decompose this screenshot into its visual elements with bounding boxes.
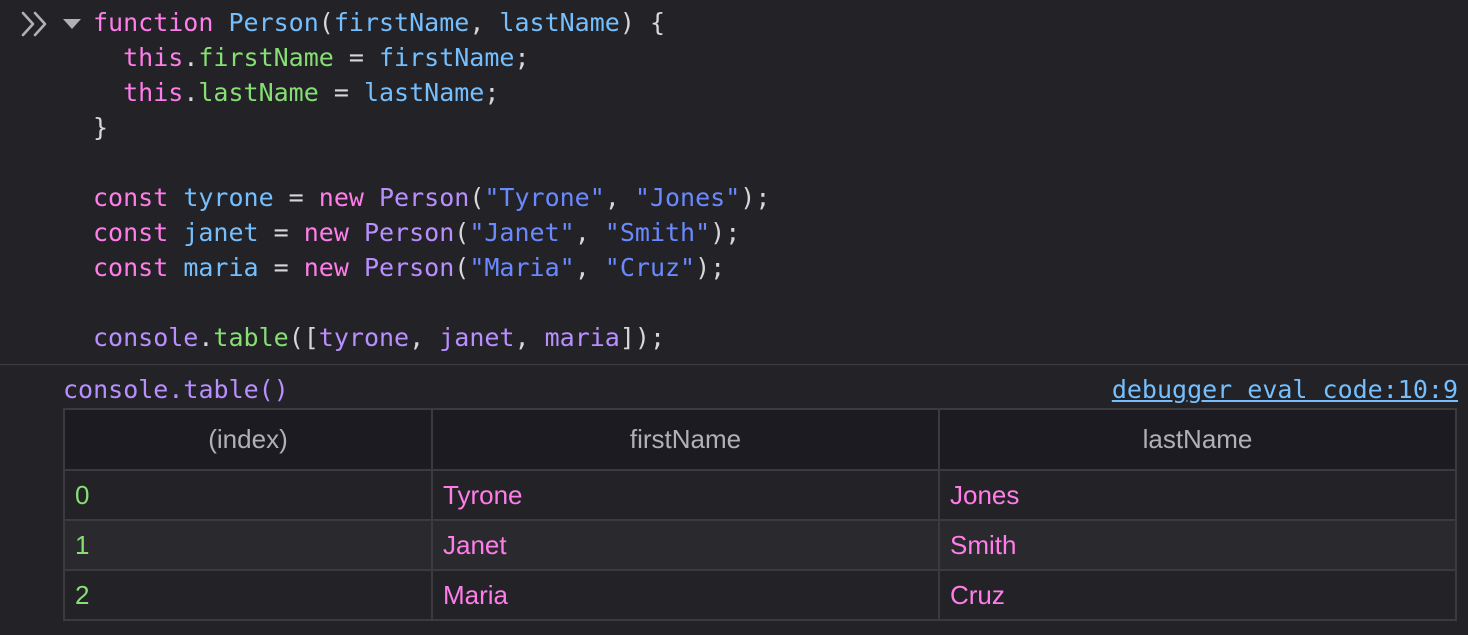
code-token: maria [544, 323, 620, 352]
table-row: 2 Maria Cruz [63, 569, 1457, 621]
code-token: , [514, 323, 545, 352]
code-line: const tyrone = new Person("Tyrone", "Jon… [93, 180, 770, 215]
code-token: "Smith" [604, 218, 711, 247]
code-token: ]); [619, 323, 666, 352]
code-token: ( [469, 183, 485, 212]
output-title: console.table() [63, 375, 289, 404]
code-token: "Maria" [469, 253, 575, 282]
code-token: "Jones" [634, 183, 741, 212]
code-line: console.table([tyrone, janet, maria]); [93, 320, 770, 355]
code-token: , [574, 218, 605, 247]
code-token: "Cruz" [604, 253, 696, 282]
code-line: } [93, 110, 770, 145]
code-token: firstName [379, 43, 515, 72]
code-token: ); [710, 218, 741, 247]
code-token: Person [363, 218, 455, 247]
code-token: ) { [619, 8, 665, 37]
code-token: "Janet" [469, 218, 575, 247]
table-cell-index: 1 [63, 519, 433, 571]
code-token: const [93, 218, 184, 247]
browser-console: function Person(firstName, lastName) { t… [0, 0, 1468, 635]
table-cell-lastname: Jones [938, 469, 1457, 521]
console-table: (index) firstName lastName 0 Tyrone Jone… [63, 408, 1457, 621]
code-token: . [183, 43, 199, 72]
code-editor[interactable]: function Person(firstName, lastName) { t… [93, 5, 770, 355]
table-cell-lastname: Cruz [938, 569, 1457, 621]
code-token: ( [454, 218, 470, 247]
code-token: ); [740, 183, 771, 212]
table-cell-lastname: Smith [938, 519, 1457, 571]
table-header-row: (index) firstName lastName [63, 408, 1457, 471]
code-token: . [183, 78, 199, 107]
code-token: table [213, 323, 289, 352]
code-token: console [93, 323, 199, 352]
console-input-entry[interactable]: function Person(firstName, lastName) { t… [0, 0, 1468, 365]
code-token: = [258, 253, 304, 282]
code-line: const maria = new Person("Maria", "Cruz"… [93, 250, 770, 285]
code-token: ; [484, 78, 500, 107]
code-token: this [93, 43, 184, 72]
code-token: lastName [363, 78, 485, 107]
code-line: this.lastName = lastName; [93, 75, 770, 110]
code-token: janet [439, 323, 515, 352]
triangle-down-icon[interactable] [62, 17, 82, 31]
code-token: = [318, 78, 364, 107]
code-token: = [273, 183, 319, 212]
code-token: new [303, 218, 364, 247]
column-header-index[interactable]: (index) [63, 408, 433, 471]
table-row: 1 Janet Smith [63, 519, 1457, 571]
code-token: firstName [333, 8, 470, 37]
table-cell-index: 0 [63, 469, 433, 521]
code-token: Person [363, 253, 455, 282]
code-line: const janet = new Person("Janet", "Smith… [93, 215, 770, 250]
code-token: ([ [288, 323, 319, 352]
table-cell-index: 2 [63, 569, 433, 621]
table-cell-firstname: Tyrone [431, 469, 940, 521]
code-token: function [93, 8, 229, 37]
code-token: , [604, 183, 635, 212]
code-token: maria [183, 253, 259, 282]
code-token: ); [695, 253, 726, 282]
code-token: lastName [499, 8, 620, 37]
console-table-header: console.table() debugger eval code:10:9 [63, 372, 1458, 408]
code-token: tyrone [318, 323, 410, 352]
code-token: ( [454, 253, 470, 282]
code-token: = [333, 43, 379, 72]
code-token: Person [228, 8, 319, 37]
code-token: } [93, 113, 109, 142]
code-token: lastName [198, 78, 319, 107]
table-row: 0 Tyrone Jones [63, 469, 1457, 521]
code-token: Person [379, 183, 470, 212]
code-token: new [303, 253, 364, 282]
table-cell-firstname: Maria [431, 569, 940, 621]
code-token: ; [514, 43, 530, 72]
code-token: "Tyrone" [484, 183, 605, 212]
code-token: ( [318, 8, 334, 37]
column-header-firstname[interactable]: firstName [431, 408, 940, 471]
code-token: tyrone [183, 183, 274, 212]
table-cell-firstname: Janet [431, 519, 940, 571]
code-token: firstName [198, 43, 334, 72]
double-chevron-right-icon [21, 11, 47, 37]
code-token: this [93, 78, 184, 107]
code-token: const [93, 253, 184, 282]
code-line: this.firstName = firstName; [93, 40, 770, 75]
source-location-link[interactable]: debugger eval code:10:9 [1112, 372, 1458, 408]
code-token: , [574, 253, 605, 282]
code-token: new [318, 183, 379, 212]
code-token: , [409, 323, 440, 352]
code-token: = [258, 218, 304, 247]
code-token: . [198, 323, 214, 352]
column-header-lastname[interactable]: lastName [938, 408, 1457, 471]
code-token: const [93, 183, 184, 212]
code-token: janet [183, 218, 259, 247]
code-line: function Person(firstName, lastName) { [93, 5, 770, 40]
code-token: , [469, 8, 500, 37]
